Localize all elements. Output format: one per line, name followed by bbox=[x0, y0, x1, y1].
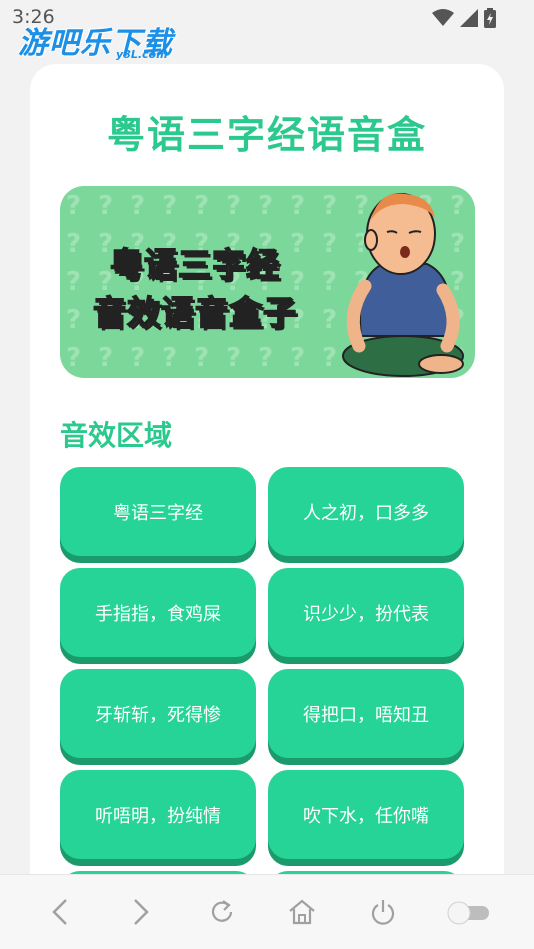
sound-button[interactable]: 手指指，食鸡屎 bbox=[60, 568, 256, 657]
signal-icon bbox=[460, 9, 478, 27]
refresh-icon bbox=[211, 900, 232, 922]
back-icon bbox=[52, 899, 68, 925]
sound-button[interactable]: 牙斩斩，死得惨 bbox=[60, 669, 256, 758]
banner-line-2: 音效语音盒子 bbox=[92, 292, 297, 333]
home-button[interactable] bbox=[282, 892, 322, 932]
battery-icon bbox=[484, 8, 496, 28]
banner-line-1: 粤语三字经 bbox=[109, 244, 280, 285]
sound-button[interactable]: 识少少，扮代表 bbox=[268, 568, 464, 657]
section-title: 音效区域 bbox=[60, 419, 173, 452]
sound-button[interactable]: 人之初，口多多 bbox=[268, 467, 464, 556]
forward-button[interactable] bbox=[121, 892, 161, 932]
toggle-icon bbox=[447, 901, 489, 925]
banner-image: ? 粤语三字经 音效语音盒子 bbox=[60, 186, 475, 378]
sound-button[interactable]: 得把口，唔知丑 bbox=[268, 669, 464, 758]
sound-button[interactable]: 粤语三字经 bbox=[60, 467, 256, 556]
main-card: 粤语三字经语音盒 ? 粤语三字经 音效语音盒子 bbox=[30, 64, 504, 914]
bottom-nav-bar bbox=[0, 874, 534, 949]
sound-button[interactable]: 吹下水，任你嘴 bbox=[268, 770, 464, 859]
forward-icon bbox=[134, 899, 149, 925]
sound-button[interactable]: 听唔明，扮纯情 bbox=[60, 770, 256, 859]
page-title: 粤语三字经语音盒 bbox=[106, 113, 427, 157]
refresh-button[interactable] bbox=[202, 892, 242, 932]
back-button[interactable] bbox=[40, 892, 80, 932]
watermark-logo: 游吧乐下载 y8L.com bbox=[18, 18, 173, 62]
cartoon-man-illustration bbox=[342, 193, 464, 377]
status-icons bbox=[432, 8, 496, 28]
wifi-icon bbox=[432, 9, 454, 26]
home-icon bbox=[289, 899, 316, 925]
watermark-sub: y8L.com bbox=[116, 48, 168, 61]
power-button[interactable] bbox=[363, 892, 403, 932]
power-icon bbox=[371, 900, 395, 925]
sound-button-grid: 粤语三字经 人之初，口多多 手指指，食鸡屎 识少少，扮代表 牙斩斩，死得惨 得把… bbox=[60, 467, 464, 914]
toggle-switch[interactable] bbox=[444, 892, 494, 932]
